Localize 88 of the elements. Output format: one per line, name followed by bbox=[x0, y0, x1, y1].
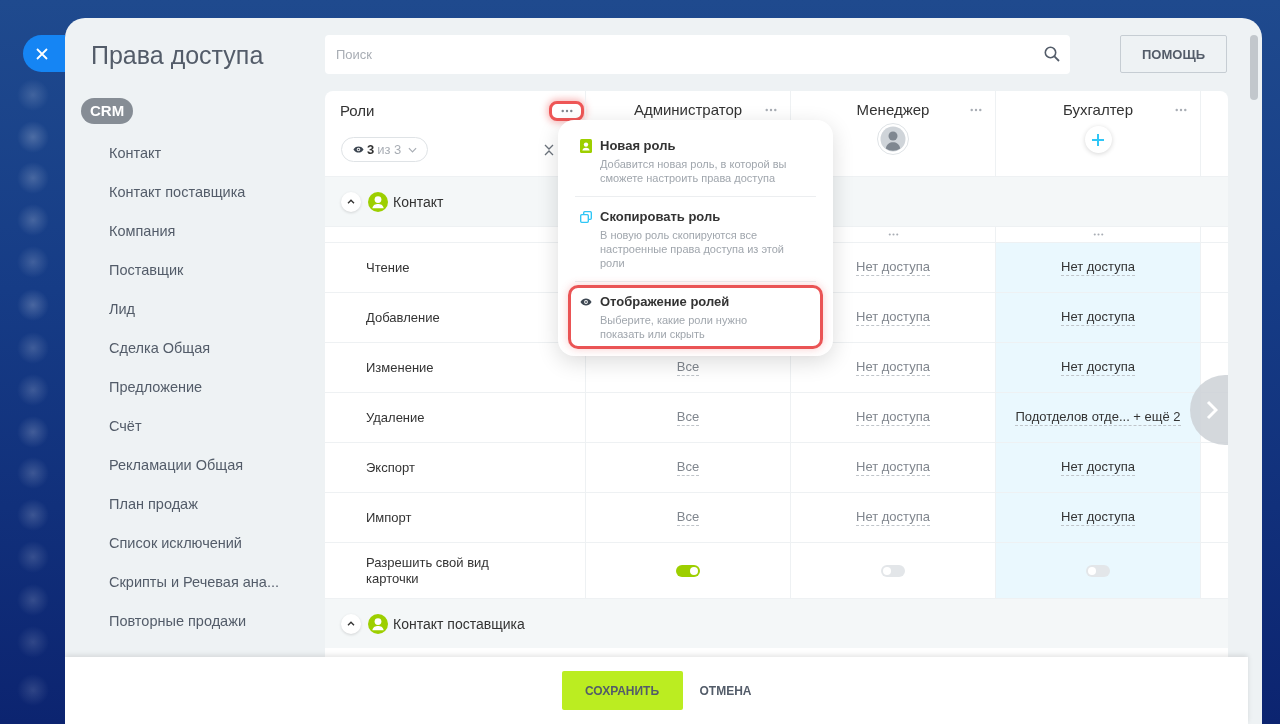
sidebar-item[interactable]: Предложение bbox=[81, 368, 279, 407]
row-label: Импорт bbox=[365, 508, 413, 527]
save-button[interactable]: СОХРАНИТЬ bbox=[561, 671, 683, 710]
cancel-button[interactable]: ОТМЕНА bbox=[699, 683, 752, 698]
access-level-link[interactable]: Все bbox=[676, 459, 700, 476]
sidebar-item[interactable]: Повторные продажи bbox=[81, 602, 279, 641]
sidebar-item[interactable]: Сделка Общая bbox=[81, 329, 279, 368]
menu-item[interactable]: Скопировать роль В новую роль скопируются все настроенные права доступа из этой роли bbox=[568, 200, 823, 278]
row-label: Разрешить свой вид карточки bbox=[365, 553, 490, 588]
sidebar-item[interactable]: Компания bbox=[81, 212, 279, 251]
row-label: Удаление bbox=[365, 408, 426, 427]
row-label: Изменение bbox=[365, 358, 435, 377]
category-badge: CRM bbox=[81, 98, 134, 124]
access-level-link[interactable]: Нет доступа bbox=[856, 459, 930, 476]
plus-icon bbox=[1091, 132, 1105, 147]
access-level-link[interactable]: Нет доступа bbox=[856, 309, 930, 326]
access-level-link[interactable]: Все bbox=[676, 359, 700, 376]
sidebar-item[interactable]: Счёт bbox=[81, 407, 279, 446]
access-level-link[interactable]: Нет доступа bbox=[1061, 459, 1135, 476]
person-icon bbox=[368, 613, 388, 634]
collapse-icon[interactable] bbox=[544, 143, 554, 156]
visibility-dropdown[interactable]: 3 из 3 bbox=[341, 137, 429, 162]
access-level-link[interactable]: Нет доступа bbox=[856, 409, 930, 426]
toggle-switch[interactable] bbox=[1086, 564, 1110, 577]
access-level-link[interactable]: Подотделов отде... + ещё 2 bbox=[1015, 409, 1181, 426]
add-button[interactable] bbox=[1084, 126, 1112, 153]
chevron-up-icon bbox=[347, 621, 355, 626]
access-level-link[interactable]: Нет доступа bbox=[856, 259, 930, 276]
help-button[interactable]: ПОМОЩЬ bbox=[1120, 35, 1227, 73]
chevron-down-icon bbox=[408, 146, 418, 153]
collapse-button[interactable] bbox=[341, 613, 361, 634]
sidebar-item[interactable]: Лид bbox=[81, 290, 279, 329]
access-level-link[interactable]: Все bbox=[676, 409, 700, 426]
menu-item-title: Скопировать роль bbox=[600, 208, 722, 226]
search-field[interactable]: Поиск bbox=[325, 35, 1070, 74]
role-name: Администратор bbox=[633, 102, 743, 118]
section-title: Контакт bbox=[393, 193, 444, 210]
row-label: Добавление bbox=[365, 308, 441, 327]
page-title: Права доступа bbox=[90, 39, 265, 70]
sidebar-item[interactable]: Поставщик bbox=[81, 251, 279, 290]
menu-item-description: Добавится новая роль, в которой вы сможете настроить права доступа bbox=[600, 157, 788, 185]
eye-icon bbox=[353, 146, 364, 153]
collapse-button[interactable] bbox=[341, 191, 361, 212]
toggle-switch[interactable] bbox=[676, 564, 700, 577]
more-button[interactable] bbox=[549, 101, 584, 121]
more-icon[interactable] bbox=[970, 108, 982, 112]
row-label: Чтение bbox=[365, 258, 411, 277]
access-level-link[interactable]: Все bbox=[676, 509, 700, 526]
role-name: Бухгалтер bbox=[1062, 102, 1134, 118]
access-level-link[interactable]: Нет доступа bbox=[856, 509, 930, 526]
menu-item-description: В новую роль скопируются все настроенные права доступа из этой роли bbox=[600, 228, 786, 270]
copy-icon bbox=[580, 210, 592, 224]
column-title: Роли bbox=[340, 102, 375, 120]
menu-item-description: Выберите, какие роли нужно показать или скрыть bbox=[600, 313, 749, 341]
sidebar-item[interactable]: План продаж bbox=[81, 485, 279, 524]
more-icon[interactable] bbox=[887, 233, 899, 236]
eye-icon bbox=[580, 298, 592, 306]
sidebar-item[interactable]: Рекламации Общая bbox=[81, 446, 279, 485]
menu-item[interactable]: Новая роль Добавится новая роль, в которой вы сможете настроить права доступа bbox=[568, 129, 823, 193]
section-title: Контакт поставщика bbox=[393, 615, 525, 632]
access-level-link[interactable]: Нет доступа bbox=[856, 359, 930, 376]
menu-item[interactable]: Отображение ролей Выберите, какие роли нужно показать или скрыть bbox=[568, 285, 823, 349]
row-label: Экспорт bbox=[365, 458, 416, 477]
avatar-icon[interactable] bbox=[877, 123, 909, 155]
access-level-link[interactable]: Нет доступа bbox=[1061, 309, 1135, 326]
scrollbar-thumb[interactable] bbox=[1250, 35, 1258, 100]
close-button[interactable] bbox=[23, 35, 65, 72]
menu-item-title: Новая роль bbox=[600, 137, 677, 155]
more-icon bbox=[560, 109, 573, 113]
chevron-up-icon bbox=[347, 199, 355, 204]
menu-item-title: Отображение ролей bbox=[600, 293, 731, 311]
chevron-right-icon bbox=[1206, 400, 1218, 420]
contact-card-icon bbox=[580, 139, 592, 153]
close-icon bbox=[36, 47, 48, 60]
sidebar-item[interactable]: Контакт bbox=[81, 134, 279, 173]
sidebar-item[interactable]: Контакт поставщика bbox=[81, 173, 279, 212]
access-level-link[interactable]: Нет доступа bbox=[1061, 509, 1135, 526]
toggle-switch[interactable] bbox=[881, 564, 905, 577]
role-name: Менеджер bbox=[856, 102, 930, 118]
search-icon[interactable] bbox=[1044, 46, 1060, 62]
more-icon[interactable] bbox=[1092, 233, 1104, 236]
more-icon[interactable] bbox=[1175, 108, 1187, 112]
person-icon bbox=[368, 191, 388, 212]
sidebar-item[interactable]: Скрипты и Речевая ана... bbox=[81, 563, 279, 602]
access-level-link[interactable]: Нет доступа bbox=[1061, 359, 1135, 376]
access-level-link[interactable]: Нет доступа bbox=[1061, 259, 1135, 276]
more-icon[interactable] bbox=[765, 108, 777, 112]
sidebar-item[interactable]: Список исключений bbox=[81, 524, 279, 563]
